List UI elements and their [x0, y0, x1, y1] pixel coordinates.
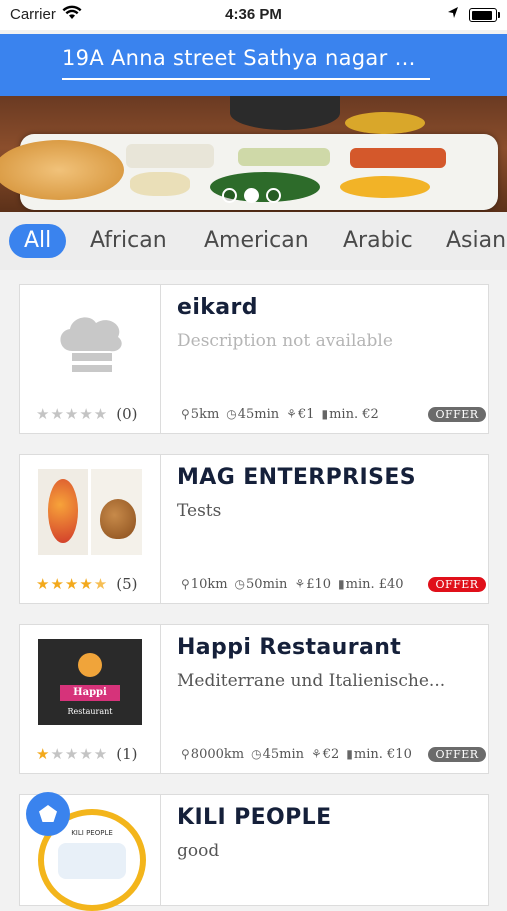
- restaurant-description: good: [177, 841, 220, 861]
- minimum-order: min. €2: [329, 407, 379, 422]
- banner-food-shape: [130, 172, 190, 196]
- battery-icon: [469, 8, 500, 22]
- star-icon: ★: [36, 746, 51, 763]
- restaurant-card[interactable]: ★★★★★ (5) MAG ENTERPRISES Tests ⚲10km ◷50m…: [19, 454, 489, 604]
- location-pin-icon: ⚲: [181, 577, 190, 591]
- restaurant-thumbnail: Happi Restaurant ★★★★★ (1): [20, 625, 161, 773]
- carousel-dot[interactable]: [266, 188, 281, 203]
- distance: 5km: [190, 407, 220, 422]
- banner-food-shape: [350, 148, 446, 168]
- offer-badge: OFFER: [428, 577, 486, 592]
- restaurant-thumbnail: ★★★★★ (0): [20, 285, 161, 433]
- rating-count: (5): [116, 575, 138, 593]
- star-rating: ★★★★★ (0): [36, 405, 138, 423]
- offer-badge: OFFER: [428, 747, 486, 762]
- rating-count: (0): [116, 405, 138, 423]
- delivery-time: 45min: [237, 407, 280, 422]
- category-arabic[interactable]: Arabic: [343, 224, 413, 258]
- banner-food-shape: [126, 144, 214, 168]
- distance: 10km: [190, 577, 228, 592]
- restaurant-logo: Happi Restaurant: [38, 639, 142, 725]
- restaurant-info: KILI PEOPLE good: [177, 795, 488, 905]
- clock-icon: ◷: [234, 577, 246, 591]
- shopping-bag-icon: ▮: [338, 577, 345, 591]
- banner-bowl-shape: [230, 96, 340, 130]
- carousel-dot[interactable]: [222, 188, 237, 203]
- scooter-icon: ⚘: [310, 747, 322, 761]
- category-all[interactable]: All: [9, 224, 67, 258]
- mango-image: [48, 479, 78, 543]
- delivery-meta: ⚲10km ◷50min ⚘£10 ▮min. £40: [181, 577, 404, 592]
- star-icon: ★★★★★: [36, 406, 109, 423]
- restaurant-description: Description not available: [177, 331, 393, 351]
- delivery-address-field[interactable]: 19A Anna street Sathya nagar Anak...: [62, 46, 430, 80]
- banner-food-shape: [340, 176, 430, 198]
- restaurant-info: MAG ENTERPRISES Tests ⚲10km ◷50min ⚘£10 ▮mi…: [177, 455, 488, 603]
- banner-food-shape: [238, 148, 330, 166]
- shopping-bag-icon: ▮: [346, 747, 353, 761]
- rating-count: (1): [116, 745, 138, 763]
- cuisine-category-bar[interactable]: All African American Arabic Asian: [0, 212, 507, 270]
- pentagon-icon: [39, 805, 57, 822]
- restaurant-card[interactable]: ★★★★★ (0) eikard Description not availabl…: [19, 284, 489, 434]
- category-asian[interactable]: Asian: [446, 224, 506, 258]
- delivery-fee: €2: [322, 747, 340, 762]
- star-icon: ★★★★: [36, 576, 94, 593]
- restaurant-thumbnail: ★★★★★ (5): [20, 455, 161, 603]
- location-pin-icon: ⚲: [181, 407, 190, 421]
- restaurant-card[interactable]: Happi Restaurant ★★★★★ (1) Happi Restaura…: [19, 624, 489, 774]
- clock: 4:36 PM: [225, 6, 282, 23]
- logo-ribbon: Happi: [60, 685, 120, 701]
- status-bar: Carrier 4:36 PM: [0, 0, 507, 30]
- clock-icon: ◷: [226, 407, 237, 421]
- star-rating: ★★★★★ (1): [36, 745, 138, 763]
- floating-action-button[interactable]: [26, 792, 70, 836]
- minimum-order: min. £40: [345, 577, 404, 592]
- delivery-meta: ⚲5km ◷45min ⚘€1 ▮min. €2: [181, 407, 379, 422]
- star-rating: ★★★★★ (5): [36, 575, 138, 593]
- shopping-bag-icon: ▮: [321, 407, 329, 421]
- restaurant-description: Mediterrane und Italienische...: [177, 671, 446, 691]
- delivery-time: 45min: [262, 747, 304, 762]
- restaurant-description: Tests: [177, 501, 222, 521]
- minimum-order: min. €10: [353, 747, 412, 762]
- logo-subtext: Restaurant: [67, 707, 113, 716]
- category-american[interactable]: American: [204, 224, 309, 258]
- offer-badge: OFFER: [428, 407, 486, 422]
- distance: 8000km: [190, 747, 245, 762]
- delivery-time: 50min: [246, 577, 288, 592]
- half-star-icon: ★: [93, 576, 109, 593]
- banner-dosa-shape: [0, 140, 124, 200]
- star-icon: ★★★★: [50, 746, 109, 763]
- carousel-pagination: [222, 188, 288, 203]
- onion-image: [100, 499, 136, 539]
- carousel-dot-active[interactable]: [244, 188, 259, 203]
- restaurant-name: eikard: [177, 295, 258, 320]
- banner-bowl-shape: [345, 112, 425, 134]
- restaurant-name: MAG ENTERPRISES: [177, 465, 417, 490]
- restaurant-info: eikard Description not available ⚲5km ◷45…: [177, 285, 488, 433]
- restaurant-photo: [38, 469, 142, 555]
- address-header: 19A Anna street Sathya nagar Anak...: [0, 34, 507, 96]
- delivery-meta: ⚲8000km ◷45min ⚘€2 ▮min. €10: [181, 747, 412, 762]
- location-pin-icon: ⚲: [181, 747, 190, 761]
- delivery-fee: £10: [306, 577, 332, 592]
- scooter-icon: ⚘: [286, 407, 297, 421]
- category-african[interactable]: African: [90, 224, 167, 258]
- restaurant-info: Happi Restaurant Mediterrane und Italien…: [177, 625, 488, 773]
- restaurant-name: KILI PEOPLE: [177, 805, 332, 830]
- restaurant-name: Happi Restaurant: [177, 635, 402, 660]
- location-arrow-icon: [447, 6, 459, 24]
- scooter-icon: ⚘: [294, 577, 306, 591]
- restaurant-card[interactable]: KILI PEOPLE KILI PEOPLE good: [19, 794, 489, 911]
- chef-hat-icon: [60, 317, 122, 372]
- chef-hat-icon: [78, 653, 102, 677]
- clock-icon: ◷: [251, 747, 262, 761]
- delivery-fee: €1: [297, 407, 315, 422]
